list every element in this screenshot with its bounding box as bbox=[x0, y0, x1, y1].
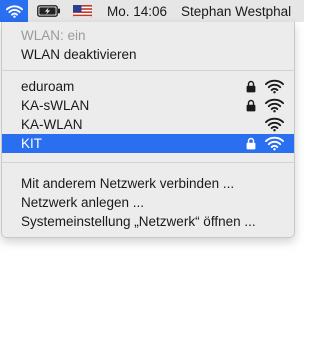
menu-separator bbox=[2, 162, 294, 163]
network-name: KA-WLAN bbox=[21, 117, 83, 132]
open-network-preferences-label: Systemeinstellung „Netzwerk“ öffnen ... bbox=[21, 214, 256, 229]
wifi-toggle-item[interactable]: WLAN deaktivieren bbox=[2, 45, 294, 64]
wifi-status-label: WLAN: ein bbox=[21, 28, 86, 43]
menubar-clock[interactable]: Mo. 14:06 bbox=[107, 4, 167, 19]
wifi-dropdown-menu: WLAN: ein WLAN deaktivieren eduroam KA-s… bbox=[1, 22, 295, 238]
wifi-status-text: WLAN: ein bbox=[2, 26, 294, 45]
battery-charging-icon[interactable] bbox=[37, 5, 61, 17]
open-network-preferences-item[interactable]: Systemeinstellung „Netzwerk“ öffnen ... bbox=[2, 212, 294, 231]
menubar-user-name[interactable]: Stephan Westphal bbox=[181, 4, 291, 19]
network-item-ka-wlan[interactable]: KA-WLAN bbox=[2, 115, 294, 134]
lock-icon bbox=[246, 137, 256, 150]
join-other-network-label: Mit anderem Netzwerk verbinden ... bbox=[21, 176, 235, 191]
wifi-signal-icon bbox=[265, 136, 284, 151]
wifi-signal-icon bbox=[265, 98, 284, 113]
network-item-eduroam[interactable]: eduroam bbox=[2, 77, 294, 96]
network-item-kit[interactable]: KIT bbox=[2, 134, 294, 153]
create-network-label: Netzwerk anlegen ... bbox=[21, 195, 145, 210]
lock-icon bbox=[246, 80, 256, 93]
network-item-ka-swlan[interactable]: KA-sWLAN bbox=[2, 96, 294, 115]
us-flag-icon[interactable] bbox=[73, 4, 92, 18]
wifi-signal-icon bbox=[265, 117, 284, 132]
wifi-signal-icon bbox=[265, 79, 284, 94]
create-network-item[interactable]: Netzwerk anlegen ... bbox=[2, 193, 294, 212]
wifi-status-icon[interactable] bbox=[0, 0, 28, 22]
menu-separator bbox=[2, 70, 294, 71]
wifi-toggle-label: WLAN deaktivieren bbox=[21, 47, 137, 62]
lock-icon bbox=[246, 99, 256, 112]
menu-bar: Mo. 14:06 Stephan Westphal bbox=[0, 0, 304, 22]
join-other-network-item[interactable]: Mit anderem Netzwerk verbinden ... bbox=[2, 174, 294, 193]
